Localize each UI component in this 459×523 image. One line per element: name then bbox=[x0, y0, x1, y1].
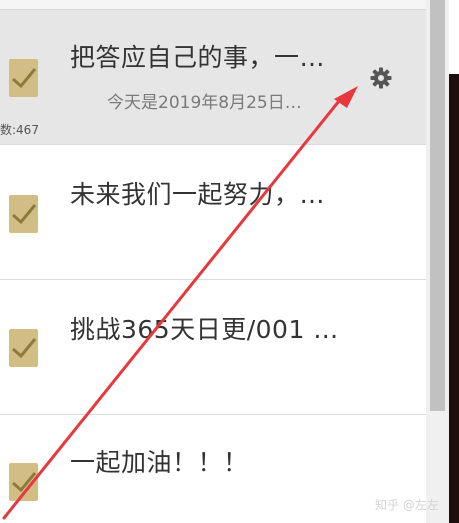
list-item-selected[interactable]: 把答应自己的事，一… 今天是2019年8月25日… 数:467 bbox=[0, 10, 426, 145]
note-list: 把答应自己的事，一… 今天是2019年8月25日… 数:467 未来我们一起努力… bbox=[0, 0, 426, 523]
checkmark-icon bbox=[12, 338, 37, 359]
gear-icon[interactable] bbox=[369, 66, 393, 90]
item-count: 数:467 bbox=[0, 123, 39, 137]
item-subtitle: 今天是2019年8月25日… bbox=[107, 93, 302, 113]
item-title: 挑战365天日更/001 … bbox=[70, 315, 339, 344]
list-top-edge bbox=[0, 0, 426, 10]
checkmark-icon bbox=[12, 472, 37, 493]
checkbox-checked-icon[interactable] bbox=[9, 463, 38, 501]
vertical-scrollbar[interactable] bbox=[426, 0, 449, 523]
checkmark-icon bbox=[12, 204, 37, 225]
checkbox-checked-icon[interactable] bbox=[9, 195, 38, 233]
list-item[interactable]: 挑战365天日更/001 … bbox=[0, 280, 426, 415]
list-item[interactable]: 一起加油！！！ bbox=[0, 415, 426, 523]
item-title: 把答应自己的事，一… bbox=[70, 43, 326, 72]
checkmark-icon bbox=[12, 68, 37, 89]
checkbox-checked-icon[interactable] bbox=[9, 329, 38, 367]
checkbox-checked-icon[interactable] bbox=[9, 59, 38, 97]
item-title: 未来我们一起努力，… bbox=[70, 180, 326, 209]
list-item[interactable]: 未来我们一起努力，… bbox=[0, 145, 426, 280]
scrollbar-thumb[interactable] bbox=[430, 0, 445, 411]
background-image-edge bbox=[449, 74, 459, 523]
item-title: 一起加油！！！ bbox=[70, 448, 249, 477]
watermark: 知乎 @左左 bbox=[375, 498, 439, 512]
